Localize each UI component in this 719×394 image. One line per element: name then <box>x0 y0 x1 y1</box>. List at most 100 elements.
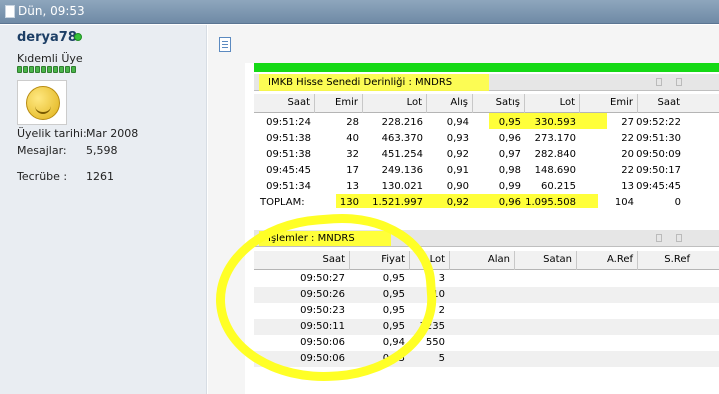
trades-column-header[interactable]: A.Ref <box>576 254 637 272</box>
reputation-pip <box>29 66 34 73</box>
depth-row: 09:51:38 32 451.254 0,92 0,97 282.840 20 09:50:… <box>254 147 719 163</box>
depth-cell: 148.690 <box>534 165 576 176</box>
user-title: Kıdemli Üye <box>17 52 83 65</box>
column-divider[interactable] <box>576 251 577 270</box>
column-divider[interactable] <box>524 94 525 113</box>
reputation-pip <box>53 66 58 73</box>
depth-column-header[interactable]: Emir <box>314 97 362 115</box>
depth-cell: 0,99 <box>498 181 521 192</box>
depth-cell: 228.216 <box>381 117 423 128</box>
depth-column-header[interactable]: Saat <box>254 97 314 115</box>
reputation-pip <box>47 66 52 73</box>
depth-column-header[interactable]: Saat <box>637 97 684 115</box>
reputation-pip <box>35 66 40 73</box>
depth-cell: 20 <box>621 149 634 160</box>
depth-cell: 09:50:09 <box>636 149 681 160</box>
reputation-pip <box>59 66 64 73</box>
trades-column-header[interactable]: Satan <box>514 254 576 272</box>
column-divider[interactable] <box>426 94 427 113</box>
post-header-bar: Dün, 09:53 <box>0 0 719 24</box>
column-divider[interactable] <box>314 94 315 113</box>
depth-cell: 249.136 <box>381 165 423 176</box>
depth-cell: 0,96 <box>498 133 521 144</box>
depth-table-header: Saat Emir Lot Alış Satış Lot Emir Saat <box>254 94 719 113</box>
column-divider[interactable] <box>514 251 515 270</box>
post-icon <box>219 37 231 52</box>
depth-cell: 0,98 <box>498 165 521 176</box>
depth-cell: 130.021 <box>381 181 423 192</box>
depth-cell: 09:51:24 <box>266 117 311 128</box>
green-status-bar <box>254 63 719 72</box>
depth-column-header[interactable]: Alış <box>426 97 472 115</box>
posts-label: Mesajlar: <box>17 144 67 157</box>
depth-cell: 13 <box>346 181 359 192</box>
column-divider[interactable] <box>637 251 638 270</box>
depth-cell: 32 <box>346 149 359 160</box>
experience-value: 1261 <box>86 170 114 183</box>
depth-cell: 60.215 <box>541 181 576 192</box>
column-divider[interactable] <box>472 94 473 113</box>
depth-cell: 27 <box>621 117 634 128</box>
depth-cell: 22 <box>621 165 634 176</box>
depth-cell: 09:51:38 <box>266 133 311 144</box>
column-divider[interactable] <box>637 94 638 113</box>
reputation-pip <box>41 66 46 73</box>
column-divider[interactable] <box>449 251 450 270</box>
depth-cell: 0,90 <box>446 181 469 192</box>
depth-cell: 0,95 <box>498 117 521 128</box>
depth-cell: 330.593 <box>534 117 576 128</box>
depth-cell: 09:50:17 <box>636 165 681 176</box>
depth-cell: 282.840 <box>534 149 576 160</box>
depth-cell: 273.170 <box>534 133 576 144</box>
trades-column-header[interactable]: Alan <box>449 254 514 272</box>
total-cell: 130 <box>339 197 359 208</box>
depth-cell: 0,93 <box>446 133 469 144</box>
post-date: Dün, 09:53 <box>18 4 85 18</box>
depth-panel-title-text: IMKB Hisse Senedi Derinliği : MNDRS <box>268 77 453 88</box>
experience-label: Tecrübe : <box>17 170 68 183</box>
document-icon <box>5 5 15 18</box>
depth-cell: 0,92 <box>446 149 469 160</box>
depth-cell: 0,91 <box>446 165 469 176</box>
depth-total-row: TOPLAM: 130 1.521.997 0,92 0,96 1.095.508 104 0 <box>254 195 719 211</box>
depth-cell: 28 <box>346 117 359 128</box>
depth-column-header[interactable]: Lot <box>362 97 426 115</box>
depth-row: 09:51:38 40 463.370 0,93 0,96 273.170 22 09:51:… <box>254 131 719 147</box>
depth-cell: 09:45:45 <box>636 181 681 192</box>
column-divider[interactable] <box>579 94 580 113</box>
reputation-pip <box>65 66 70 73</box>
depth-cell: 09:51:34 <box>266 181 311 192</box>
username-link[interactable]: derya78 <box>17 30 77 45</box>
depth-cell: 09:45:45 <box>266 165 311 176</box>
depth-cell: 22 <box>621 133 634 144</box>
trades-column-header[interactable]: S.Ref <box>637 254 694 272</box>
online-status-icon <box>74 33 82 41</box>
total-cell: 0,92 <box>446 197 469 208</box>
join-date-label: Üyelik tarihi: <box>17 127 87 140</box>
column-divider[interactable] <box>362 94 363 113</box>
join-date-value: Mar 2008 <box>86 127 139 140</box>
avatar[interactable] <box>17 80 67 125</box>
total-cell: TOPLAM: <box>260 197 305 208</box>
total-cell: 0 <box>674 197 681 208</box>
posts-value: 5,598 <box>86 144 118 157</box>
smiley-icon <box>26 86 60 120</box>
total-cell: 1.095.508 <box>525 197 576 208</box>
reputation-pip <box>23 66 28 73</box>
depth-cell: 09:51:38 <box>266 149 311 160</box>
depth-panel-title-overlay: IMKB Hisse Senedi Derinliği : MNDRS <box>254 74 719 91</box>
total-cell: 1.521.997 <box>372 197 423 208</box>
depth-row: 09:51:34 13 130.021 0,90 0,99 60.215 13 09:45:4… <box>254 179 719 195</box>
total-cell: 0,96 <box>498 197 521 208</box>
depth-row: 09:45:45 17 249.136 0,91 0,98 148.690 22 09:50:… <box>254 163 719 179</box>
depth-cell: 17 <box>346 165 359 176</box>
reputation-pip <box>71 66 76 73</box>
depth-cell: 463.370 <box>381 133 423 144</box>
depth-cell: 13 <box>621 181 634 192</box>
depth-cell: 451.254 <box>381 149 423 160</box>
depth-cell: 0,97 <box>498 149 521 160</box>
depth-cell: 40 <box>346 133 359 144</box>
depth-cell: 0,94 <box>446 117 469 128</box>
reputation-bar <box>17 66 76 73</box>
reputation-pip <box>17 66 22 73</box>
